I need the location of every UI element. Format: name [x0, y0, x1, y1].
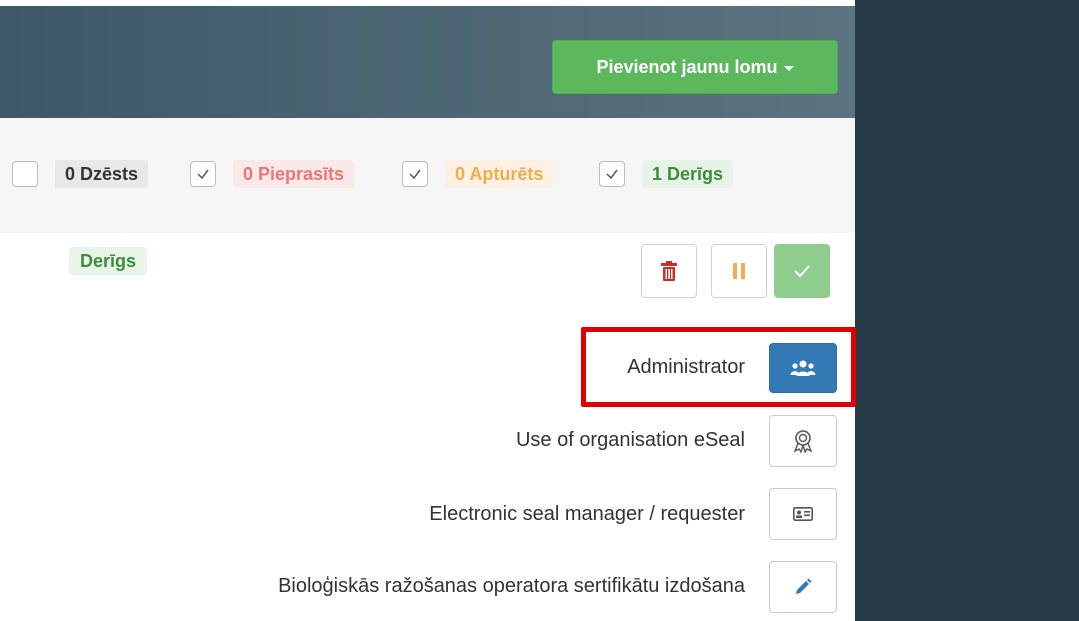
trash-icon: [661, 261, 677, 281]
checkmark-icon: [409, 169, 421, 180]
filter-suspended-checkbox[interactable]: [402, 161, 428, 187]
id-card-icon: [793, 507, 813, 521]
role-administrator-button[interactable]: [769, 343, 837, 393]
pencil-icon: [796, 578, 812, 594]
users-icon: [790, 360, 816, 376]
checkmark-icon: [606, 169, 618, 180]
status-badge: Derīgs: [69, 247, 148, 275]
role-eseal-button[interactable]: [769, 415, 837, 467]
add-role-button[interactable]: Pievienot jaunu lomu: [552, 40, 838, 94]
caret-down-icon: [783, 65, 794, 71]
filter-deleted-checkbox[interactable]: [12, 161, 38, 187]
pause-icon: [733, 263, 745, 279]
delete-button[interactable]: [641, 244, 697, 298]
filter-suspended-chip: 0 Apturēts: [445, 160, 554, 188]
status-filter-bar: 0 Dzēsts 0 Pieprasīts 0 Apturēts 1 Derīg…: [0, 118, 855, 233]
role-label-eseal: Use of organisation eSeal: [515, 429, 745, 451]
role-label-administrator: Administrator: [627, 356, 745, 378]
suspend-button[interactable]: [711, 244, 767, 298]
role-bio-cert-button[interactable]: [769, 561, 837, 613]
filter-valid-checkbox[interactable]: [599, 161, 625, 187]
role-label-seal-manager: Electronic seal manager / requester: [429, 503, 745, 525]
award-icon: [793, 430, 813, 453]
page-header: Pievienot jaunu lomu: [0, 6, 855, 118]
checkmark-icon: [197, 169, 209, 180]
filter-valid-chip: 1 Derīgs: [642, 160, 734, 188]
filter-requested-checkbox[interactable]: [190, 161, 216, 187]
filter-requested-chip: 0 Pieprasīts: [233, 160, 355, 188]
filter-deleted-chip: 0 Dzēsts: [55, 160, 149, 188]
checkmark-icon: [794, 265, 810, 278]
role-label-bio-cert: Bioloģiskās ražošanas operatora sertifik…: [278, 575, 745, 597]
role-seal-manager-button[interactable]: [769, 488, 837, 540]
add-role-label: Pievienot jaunu lomu: [596, 56, 778, 77]
validate-button[interactable]: [774, 244, 830, 298]
right-side-panel: [855, 0, 1079, 621]
